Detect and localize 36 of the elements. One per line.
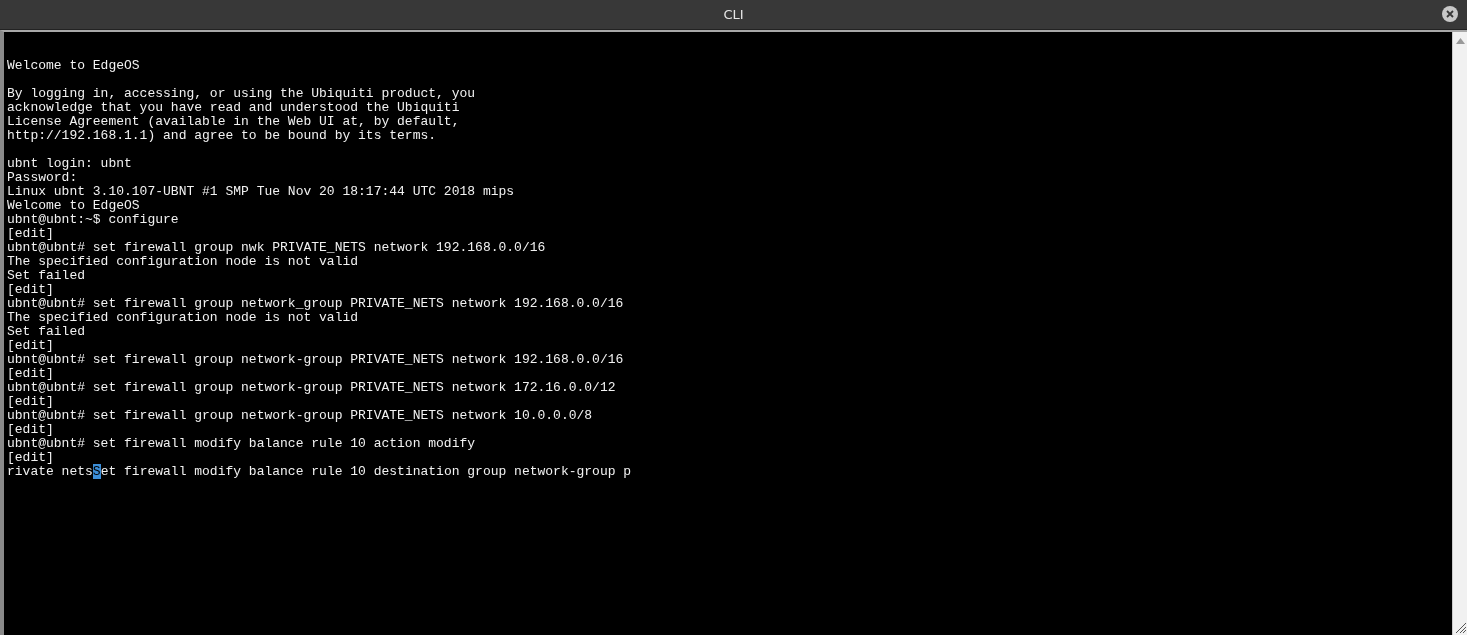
terminal-line: [edit] (7, 283, 54, 297)
terminal-line: Set failed (7, 269, 85, 283)
window-title: CLI (723, 5, 744, 24)
terminal-line: [edit] (7, 227, 54, 241)
terminal-line: [edit] (7, 339, 54, 353)
terminal-line: [edit] (7, 451, 54, 465)
terminal-line: Linux ubnt 3.10.107-UBNT #1 SMP Tue Nov 20 18:17:44 UTC 2018 mips (7, 185, 515, 199)
terminal-line: Password: (7, 171, 78, 185)
terminal-line: ubnt@ubnt# set firewall group network-group PRIVATE_NETS network 192.168.0.0/16 (7, 353, 624, 367)
terminal-line: License Agreement (available in the Web UI at, by default, (7, 115, 460, 129)
terminal-line: The specified configuration node is not valid (7, 255, 359, 269)
terminal-line: ubnt@ubnt# set firewall group nwk PRIVATE_NETS network 192.168.0.0/16 (7, 241, 546, 255)
terminal-line: ubnt@ubnt# set firewall group network-group PRIVATE_NETS network 10.0.0.0/8 (7, 409, 593, 423)
terminal-line: ubnt@ubnt# set firewall group network-group PRIVATE_NETS network 172.16.0.0/12 (7, 381, 616, 395)
terminal-line: Set failed (7, 325, 85, 339)
resize-grip-icon[interactable] (1455, 622, 1466, 633)
terminal-line: ubnt login: ubnt (7, 157, 132, 171)
terminal-line: [edit] (7, 423, 54, 437)
terminal-line: Welcome to EdgeOS (7, 199, 140, 213)
terminal-line: By logging in, accessing, or using the Ubiquiti product, you (7, 87, 476, 101)
terminal-line: ubnt@ubnt:~$ configure (7, 213, 179, 227)
terminal-line: Welcome to EdgeOS (7, 59, 140, 73)
terminal-line: http://192.168.1.1) and agree to be bound by its terms. (7, 129, 437, 143)
terminal-line: acknowledge that you have read and understood the Ubiquiti (7, 101, 460, 115)
scrollbar[interactable] (1452, 32, 1467, 635)
terminal-line: rivate nets (7, 464, 93, 479)
terminal-line: ubnt@ubnt# set firewall modify balance rule 10 action modify (7, 437, 476, 451)
terminal-line: [edit] (7, 367, 54, 381)
close-button[interactable] (1442, 6, 1458, 22)
terminal-line: ubnt@ubnt# set firewall group network_group PRIVATE_NETS network 192.168.0.0/16 (7, 297, 624, 311)
terminal-screen[interactable] (4, 32, 1452, 635)
text-cursor: S (92, 464, 101, 479)
terminal-line: et firewall modify balance rule 10 destination group network-group p (100, 464, 632, 479)
close-icon (1446, 10, 1454, 18)
terminal-line: The specified configuration node is not valid (7, 311, 359, 325)
terminal-line: [edit] (7, 395, 54, 409)
